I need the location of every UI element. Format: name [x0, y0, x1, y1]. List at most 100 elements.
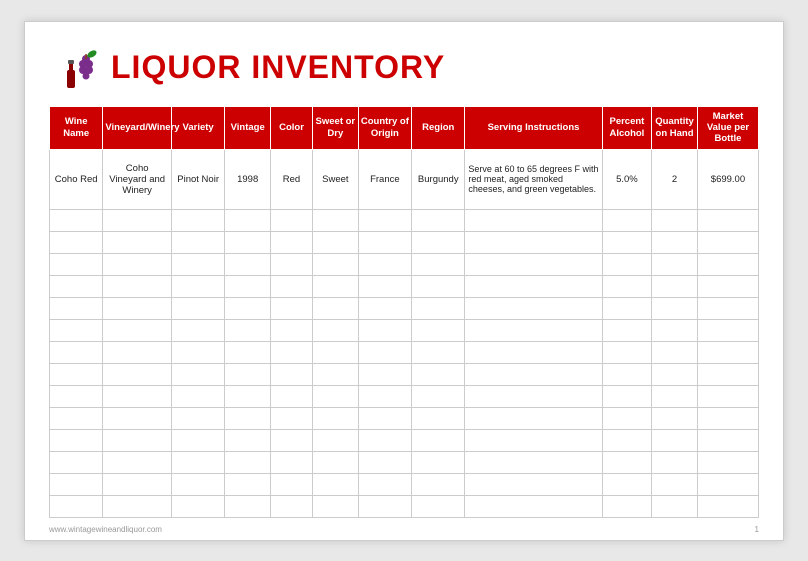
empty-cell	[50, 385, 103, 407]
empty-cell	[652, 275, 698, 297]
empty-cell	[171, 407, 224, 429]
empty-cell	[271, 231, 313, 253]
empty-cell	[225, 363, 271, 385]
empty-cell	[225, 451, 271, 473]
empty-cell	[652, 253, 698, 275]
empty-cell	[50, 363, 103, 385]
empty-cell	[50, 473, 103, 495]
col-header-region: Region	[412, 106, 465, 149]
empty-cell	[225, 231, 271, 253]
empty-cell	[602, 451, 652, 473]
col-header-serving: Serving Instructions	[465, 106, 602, 149]
empty-cell	[652, 363, 698, 385]
empty-cell	[602, 407, 652, 429]
inventory-table: Wine Name Vineyard/Winery Variety Vintag…	[49, 106, 759, 518]
empty-cell	[358, 451, 411, 473]
empty-cell	[412, 407, 465, 429]
empty-row	[50, 341, 759, 363]
empty-cell	[312, 209, 358, 231]
empty-cell	[171, 363, 224, 385]
empty-cell	[271, 275, 313, 297]
empty-cell	[312, 495, 358, 517]
empty-cell	[465, 231, 602, 253]
empty-cell	[412, 231, 465, 253]
empty-cell	[103, 231, 172, 253]
page-title: LIQUOR INVENTORY	[111, 49, 445, 86]
cell-vineyard: Coho Vineyard and Winery	[103, 149, 172, 209]
cell-market: $699.00	[697, 149, 758, 209]
empty-cell	[697, 231, 758, 253]
empty-cell	[103, 363, 172, 385]
empty-cell	[602, 495, 652, 517]
empty-cell	[602, 341, 652, 363]
empty-cell	[602, 385, 652, 407]
empty-cell	[358, 209, 411, 231]
cell-vintage: 1998	[225, 149, 271, 209]
empty-cell	[312, 319, 358, 341]
empty-cell	[312, 429, 358, 451]
empty-cell	[412, 275, 465, 297]
empty-cell	[103, 341, 172, 363]
empty-cell	[697, 209, 758, 231]
empty-cell	[225, 297, 271, 319]
empty-row	[50, 451, 759, 473]
empty-cell	[225, 473, 271, 495]
empty-row	[50, 231, 759, 253]
empty-cell	[652, 209, 698, 231]
cell-country: France	[358, 149, 411, 209]
empty-cell	[465, 363, 602, 385]
empty-cell	[312, 385, 358, 407]
empty-cell	[225, 341, 271, 363]
empty-cell	[312, 407, 358, 429]
empty-cell	[50, 297, 103, 319]
empty-cell	[652, 473, 698, 495]
empty-cell	[465, 495, 602, 517]
col-header-color: Color	[271, 106, 313, 149]
empty-cell	[652, 319, 698, 341]
col-header-wine: Wine Name	[50, 106, 103, 149]
empty-cell	[697, 451, 758, 473]
empty-cell	[50, 495, 103, 517]
empty-cell	[312, 275, 358, 297]
empty-cell	[652, 429, 698, 451]
empty-cell	[50, 231, 103, 253]
empty-cell	[312, 451, 358, 473]
empty-row	[50, 385, 759, 407]
empty-cell	[103, 495, 172, 517]
empty-cell	[171, 319, 224, 341]
empty-cell	[358, 319, 411, 341]
empty-cell	[225, 253, 271, 275]
empty-cell	[171, 231, 224, 253]
empty-cell	[412, 451, 465, 473]
empty-cell	[652, 407, 698, 429]
empty-cell	[697, 297, 758, 319]
empty-cell	[225, 407, 271, 429]
empty-cell	[465, 319, 602, 341]
empty-cell	[50, 275, 103, 297]
empty-cell	[358, 231, 411, 253]
empty-cell	[171, 253, 224, 275]
empty-cell	[171, 275, 224, 297]
empty-cell	[358, 363, 411, 385]
empty-cell	[697, 275, 758, 297]
empty-cell	[271, 297, 313, 319]
empty-cell	[312, 231, 358, 253]
empty-cell	[652, 495, 698, 517]
empty-cell	[271, 341, 313, 363]
empty-cell	[412, 209, 465, 231]
empty-cell	[271, 209, 313, 231]
empty-cell	[652, 341, 698, 363]
empty-cell	[602, 297, 652, 319]
empty-cell	[602, 209, 652, 231]
empty-cell	[602, 429, 652, 451]
empty-cell	[312, 253, 358, 275]
empty-cell	[271, 407, 313, 429]
cell-percent: 5.0%	[602, 149, 652, 209]
empty-cell	[465, 275, 602, 297]
empty-cell	[103, 319, 172, 341]
empty-cell	[465, 429, 602, 451]
empty-cell	[358, 407, 411, 429]
empty-cell	[312, 363, 358, 385]
empty-cell	[171, 495, 224, 517]
empty-cell	[602, 253, 652, 275]
